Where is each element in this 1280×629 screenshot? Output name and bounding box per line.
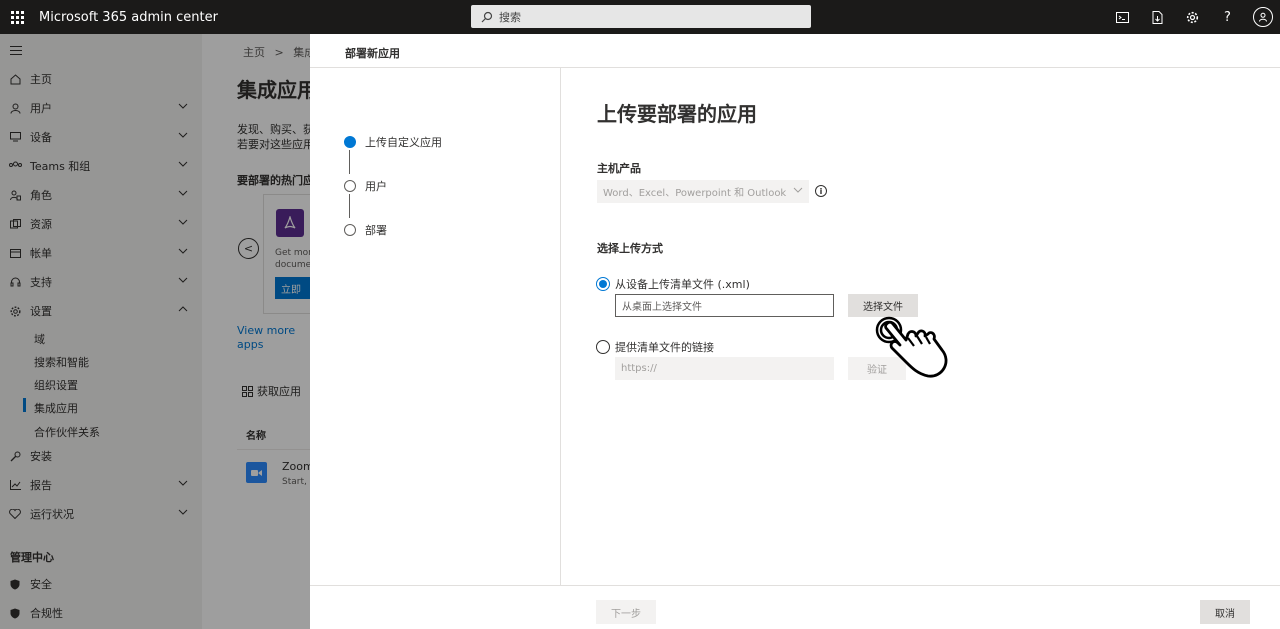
chevron-down-icon bbox=[793, 187, 803, 193]
step-label: 部署 bbox=[365, 224, 387, 237]
step-indicator bbox=[344, 224, 356, 236]
step-upload: 上传自定义应用 bbox=[344, 134, 442, 150]
cancel-button[interactable]: 取消 bbox=[1200, 600, 1250, 624]
app-title[interactable]: Microsoft 365 admin center bbox=[39, 10, 218, 25]
choose-file-button[interactable]: 选择文件 bbox=[848, 294, 918, 317]
radio-manifest-link[interactable]: 提供清单文件的链接 bbox=[596, 339, 714, 355]
panel-header: 部署新应用 bbox=[310, 34, 1280, 68]
top-bar: Microsoft 365 admin center 搜索 ? bbox=[0, 0, 1280, 34]
host-product-dropdown: Word、Excel、Powerpoint 和 Outlook bbox=[597, 180, 809, 203]
step-connector bbox=[349, 194, 350, 218]
help-button[interactable]: ? bbox=[1210, 0, 1245, 34]
radio-button[interactable] bbox=[596, 340, 610, 354]
radio-label: 从设备上传清单文件 (.xml) bbox=[615, 278, 750, 291]
step-label: 上传自定义应用 bbox=[365, 136, 442, 149]
file-path-input[interactable]: 从桌面上选择文件 bbox=[615, 294, 834, 317]
content-title: 上传要部署的应用 bbox=[597, 102, 757, 126]
file-path-placeholder: 从桌面上选择文件 bbox=[622, 302, 702, 313]
manifest-url-input: https:// bbox=[615, 357, 834, 380]
next-button: 下一步 bbox=[596, 600, 656, 624]
search-icon bbox=[481, 11, 493, 22]
terminal-icon bbox=[1116, 11, 1129, 23]
step-indicator-active bbox=[344, 136, 356, 148]
step-label: 用户 bbox=[365, 180, 387, 193]
manifest-url-placeholder: https:// bbox=[621, 363, 657, 374]
host-product-label: 主机产品 bbox=[597, 162, 641, 175]
radio-button-checked[interactable] bbox=[596, 277, 610, 291]
search-box[interactable]: 搜索 bbox=[471, 5, 811, 28]
waffle-icon bbox=[10, 10, 24, 24]
download-doc-icon bbox=[1152, 10, 1163, 24]
settings-button[interactable] bbox=[1175, 0, 1210, 34]
app-launcher-button[interactable] bbox=[0, 0, 34, 34]
avatar bbox=[1252, 7, 1273, 27]
terminal-button[interactable] bbox=[1105, 0, 1140, 34]
step-connector bbox=[349, 150, 350, 174]
panel-title: 部署新应用 bbox=[345, 47, 400, 60]
step-deploy: 部署 bbox=[344, 222, 387, 238]
radio-label: 提供清单文件的链接 bbox=[615, 341, 714, 354]
download-doc-button[interactable] bbox=[1140, 0, 1175, 34]
wizard-steps: 上传自定义应用 用户 部署 bbox=[310, 68, 561, 585]
host-product-value: Word、Excel、Powerpoint 和 Outlook bbox=[603, 188, 787, 199]
upload-method-label: 选择上传方式 bbox=[597, 242, 663, 255]
overlay-scrim[interactable] bbox=[0, 34, 310, 629]
deploy-app-panel: 部署新应用 上传自定义应用 用户 部署 上传要部署的应用 主机产品 Word、E… bbox=[310, 34, 1280, 629]
info-icon[interactable]: i bbox=[815, 185, 827, 197]
pointer-hand-icon bbox=[875, 316, 948, 378]
panel-footer: 下一步 取消 bbox=[310, 585, 1280, 629]
help-icon: ? bbox=[1224, 9, 1231, 25]
step-indicator bbox=[344, 180, 356, 192]
search-placeholder: 搜索 bbox=[499, 10, 521, 24]
radio-upload-file[interactable]: 从设备上传清单文件 (.xml) bbox=[596, 276, 750, 292]
person-icon bbox=[1258, 12, 1267, 22]
step-users: 用户 bbox=[344, 178, 387, 194]
gear-icon bbox=[1186, 11, 1199, 23]
account-button[interactable] bbox=[1245, 0, 1280, 34]
